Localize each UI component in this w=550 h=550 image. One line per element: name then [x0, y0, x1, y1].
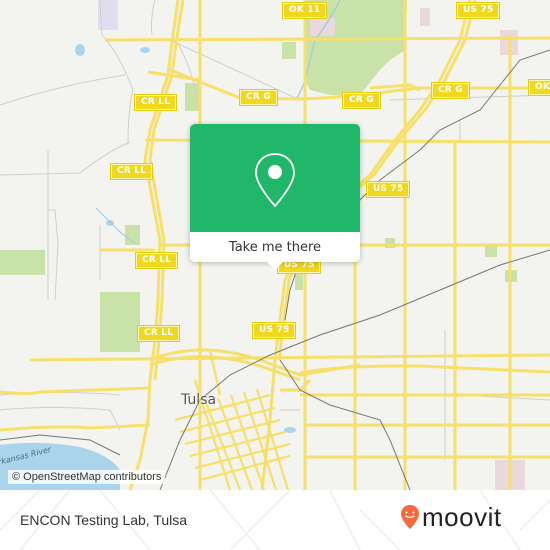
map-attribution[interactable]: © OpenStreetMap contributors: [8, 470, 166, 484]
moovit-pin-icon: [401, 505, 419, 529]
popup-pointer: [267, 262, 283, 270]
road-shield-cr-g: CR G: [342, 92, 381, 109]
road-shield-us-75: US 75: [365, 181, 411, 198]
minor-road: [0, 74, 126, 106]
directions-popup[interactable]: Take me there: [190, 124, 360, 270]
minor-road: [48, 209, 59, 301]
pond: [284, 427, 296, 433]
road-shield-cr-ll: CR LL: [133, 94, 178, 111]
road-shield-us-75: US 75: [455, 2, 501, 19]
location-pin-icon: [255, 153, 295, 208]
take-me-there-button[interactable]: Take me there: [190, 232, 360, 262]
park-area: [0, 250, 45, 275]
minor-road: [389, 94, 550, 101]
road: [29, 353, 550, 362]
popup-header: [190, 124, 360, 232]
road-shield-ok: OK: [527, 79, 550, 96]
city-label: Tulsa: [181, 392, 217, 408]
place-name: ENCON Testing Lab, Tulsa: [20, 512, 188, 528]
road-shield-cr-ll: CR LL: [134, 252, 179, 269]
road: [0, 423, 151, 432]
landuse-area: [310, 18, 335, 36]
road-shield-cr-ll: CR LL: [109, 163, 154, 180]
minor-road: [150, 0, 156, 36]
freeway-ieb: [149, 355, 301, 382]
brand-name: moovit: [422, 502, 502, 532]
map-view[interactable]: OK 11 US 75 CR LL CR G CR G CR G OK CR L…: [0, 0, 550, 490]
road-shield-cr-ll: CR LL: [136, 325, 181, 342]
road-shield-cr-g: CR G: [239, 89, 278, 106]
park-area: [185, 83, 200, 111]
park-area: [485, 245, 497, 257]
road-shield-cr-g: CR G: [431, 82, 470, 99]
park-area: [282, 42, 296, 59]
park-area: [125, 225, 140, 245]
footer-bar: ENCON Testing Lab, Tulsa moovit: [0, 490, 550, 550]
pond: [75, 44, 85, 56]
road-shield-us-75: US 75: [251, 322, 297, 339]
road-shield-ok-11: OK 11: [281, 2, 328, 19]
moovit-logo[interactable]: moovit: [400, 502, 502, 532]
pond: [140, 47, 150, 53]
landuse-area: [420, 8, 430, 26]
park-area: [100, 292, 140, 352]
